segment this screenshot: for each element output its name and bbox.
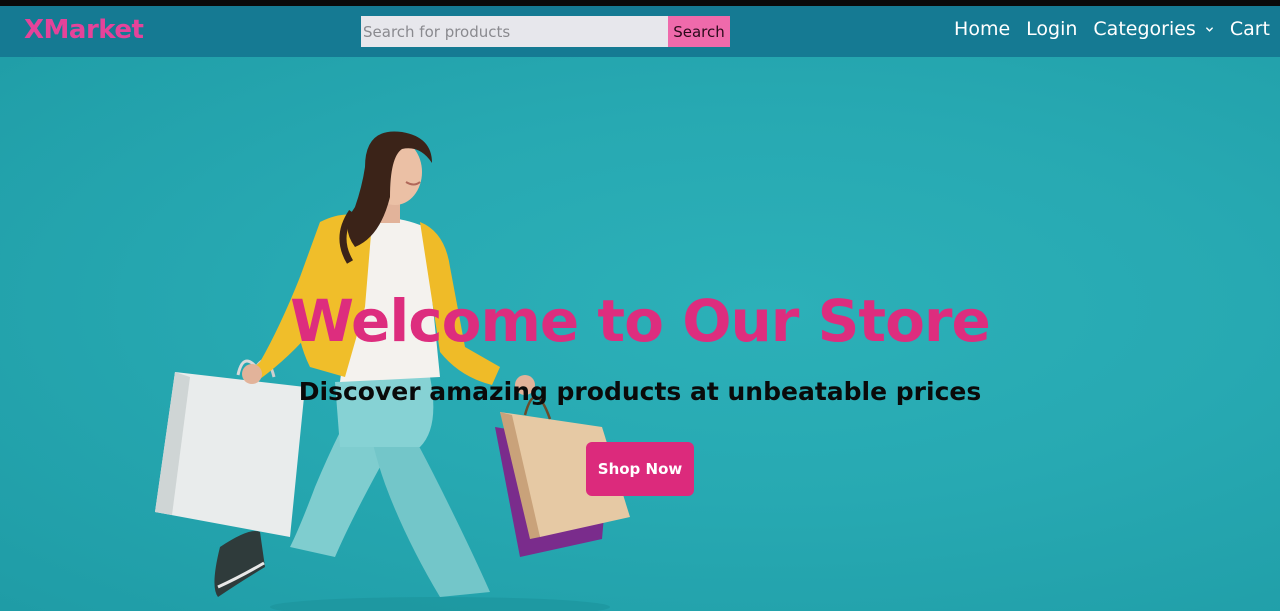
- nav-login-label: Login: [1026, 18, 1078, 40]
- chevron-down-icon: [1205, 26, 1213, 32]
- nav-login-link[interactable]: Login: [1026, 18, 1077, 40]
- search-button[interactable]: Search: [668, 16, 730, 47]
- hero-shopper-image: [155, 131, 630, 611]
- nav-home-link[interactable]: Home: [954, 18, 1010, 40]
- nav-cart-label: Cart: [1229, 18, 1270, 40]
- nav-home-label: Home: [954, 18, 1011, 40]
- nav-categories-dropdown[interactable]: Categories: [1093, 18, 1213, 40]
- nav-links: Home Login Categories Cart: [938, 18, 1270, 40]
- navbar: XMarket Search Home Login Categories Car…: [0, 6, 1280, 57]
- hero-subtitle: Discover amazing products at unbeatable …: [298, 377, 982, 406]
- search-input[interactable]: [361, 16, 668, 47]
- nav-cart-link[interactable]: Cart: [1230, 18, 1270, 40]
- hero-banner: Welcome to Our Store Discover amazing pr…: [0, 57, 1280, 611]
- shop-now-button[interactable]: Shop Now: [586, 442, 694, 496]
- hero-title: Welcome to Our Store: [290, 287, 991, 355]
- search-form: Search: [361, 16, 730, 47]
- nav-categories-label: Categories: [1093, 18, 1196, 40]
- brand-logo[interactable]: XMarket: [24, 15, 144, 45]
